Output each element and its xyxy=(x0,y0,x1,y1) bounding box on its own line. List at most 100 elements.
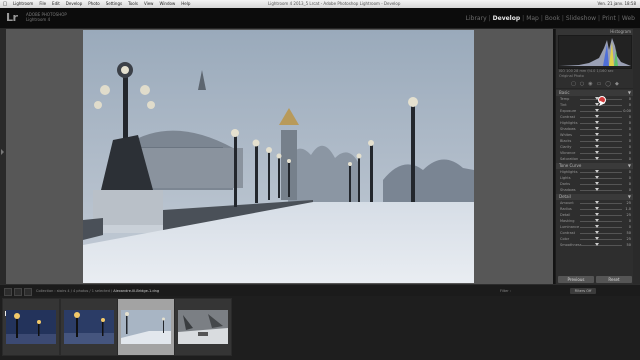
slider-thumb[interactable] xyxy=(595,201,599,204)
filter-dropdown[interactable]: Filters Off xyxy=(570,288,596,294)
slider-track[interactable] xyxy=(580,233,622,234)
slider-track[interactable] xyxy=(580,135,622,136)
radial-filter-icon[interactable]: ◯ xyxy=(605,81,611,87)
menu-photo[interactable]: Photo xyxy=(85,0,102,8)
slider-thumb[interactable] xyxy=(595,231,599,234)
module-library[interactable]: Library xyxy=(465,15,488,22)
slider-track[interactable] xyxy=(580,227,622,228)
slider-thumb[interactable] xyxy=(595,157,599,160)
identity-line-2: Lightroom 4 xyxy=(26,17,51,22)
thumbnail-image xyxy=(64,310,114,344)
menu-window[interactable]: Window xyxy=(156,0,178,8)
slider-value[interactable]: 0 xyxy=(629,156,631,162)
slider-thumb[interactable] xyxy=(595,109,599,112)
slider-track[interactable] xyxy=(580,123,622,124)
histogram[interactable] xyxy=(558,35,632,69)
filmstrip-thumbnail[interactable]: 1 xyxy=(2,298,60,356)
detail-sliders: Amount 25 Radius 1.0 Detail 25 Masking 0 Luminan… xyxy=(556,200,634,248)
spot-removal-icon[interactable]: ○ xyxy=(580,81,584,87)
slider-thumb[interactable] xyxy=(595,182,599,185)
menu-view[interactable]: View xyxy=(141,0,157,8)
slider-track[interactable] xyxy=(580,190,622,191)
slider-row[interactable]: Saturation 0 xyxy=(556,156,634,162)
slider-thumb[interactable] xyxy=(595,115,599,118)
menu-settings[interactable]: Settings xyxy=(103,0,125,8)
slider-track[interactable] xyxy=(580,117,622,118)
apple-icon[interactable]:  xyxy=(0,0,10,8)
slider-thumb[interactable] xyxy=(595,243,599,246)
filmstrip-thumbnail-selected[interactable] xyxy=(117,298,175,356)
slider-thumb[interactable] xyxy=(595,207,599,210)
filmstrip-thumbnail[interactable] xyxy=(174,298,232,356)
mac-menubar:  Lightroom File Edit Develop Photo Sett… xyxy=(0,0,640,8)
slider-track[interactable] xyxy=(580,245,622,246)
slider-thumb[interactable] xyxy=(595,237,599,240)
slider-track[interactable] xyxy=(580,172,622,173)
slider-track[interactable] xyxy=(580,153,622,154)
back-arrow-icon[interactable] xyxy=(14,288,22,296)
filmstrip-thumbnail[interactable] xyxy=(60,298,118,356)
slider-track[interactable] xyxy=(580,147,622,148)
slider-thumb[interactable] xyxy=(595,127,599,130)
slider-track[interactable] xyxy=(580,178,622,179)
right-panel-edge[interactable] xyxy=(633,29,640,284)
graduated-filter-icon[interactable]: ▭ xyxy=(597,81,602,87)
crop-icon[interactable]: ▢ xyxy=(571,81,576,87)
slider-track[interactable] xyxy=(580,203,622,204)
slider-row[interactable]: Smoothness 50 xyxy=(556,242,634,248)
grid-view-icon[interactable] xyxy=(4,288,12,296)
slider-thumb[interactable] xyxy=(595,133,599,136)
forward-arrow-icon[interactable] xyxy=(24,288,32,296)
module-book[interactable]: Book xyxy=(544,15,561,22)
slider-track[interactable] xyxy=(580,129,622,130)
thumbnail-image xyxy=(121,310,171,344)
slider-thumb[interactable] xyxy=(595,225,599,228)
reset-button[interactable]: Reset xyxy=(596,276,632,283)
previous-button[interactable]: Previous xyxy=(558,276,594,283)
menu-file[interactable]: File xyxy=(36,0,49,8)
snowy-bridge-photo xyxy=(83,30,474,283)
slider-thumb[interactable] xyxy=(595,139,599,142)
menu-edit[interactable]: Edit xyxy=(49,0,63,8)
slider-thumb[interactable] xyxy=(595,188,599,191)
menu-lightroom[interactable]: Lightroom xyxy=(10,0,36,8)
menu-tools[interactable]: Tools xyxy=(125,0,141,8)
module-slideshow[interactable]: Slideshow xyxy=(565,15,597,22)
image-canvas[interactable] xyxy=(6,29,553,284)
slider-thumb[interactable] xyxy=(595,151,599,154)
slider-thumb[interactable] xyxy=(595,213,599,216)
module-develop[interactable]: Develop xyxy=(492,15,522,22)
tool-strip: ▢ ○ ◉ ▭ ◯ ◆ xyxy=(556,79,634,89)
red-eye-icon[interactable]: ◉ xyxy=(588,81,592,87)
menu-help[interactable]: Help xyxy=(178,0,193,8)
slider-thumb[interactable] xyxy=(595,176,599,179)
slider-track[interactable] xyxy=(580,141,622,142)
identity-text: ADOBE PHOTOSHOP Lightroom 4 xyxy=(26,12,67,22)
slider-thumb[interactable] xyxy=(595,145,599,148)
slider-row[interactable]: Shadows 0 xyxy=(556,187,634,193)
slider-track[interactable] xyxy=(580,221,622,222)
menubar-clock: Ven. 21 janv. 18:58 xyxy=(597,1,636,6)
slider-thumb[interactable] xyxy=(595,170,599,173)
slider-value[interactable]: 0 xyxy=(629,187,631,193)
brush-icon[interactable]: ◆ xyxy=(615,81,619,87)
slider-track[interactable] xyxy=(580,111,622,112)
slider-label: Saturation xyxy=(560,157,579,161)
slider-value[interactable]: 50 xyxy=(627,242,631,248)
expand-left-panel-icon[interactable] xyxy=(1,149,4,155)
slider-track[interactable] xyxy=(580,184,622,185)
main-photo[interactable] xyxy=(83,30,474,283)
slider-track[interactable] xyxy=(580,159,622,160)
slider-thumb[interactable] xyxy=(595,219,599,222)
slider-track[interactable] xyxy=(580,209,622,210)
module-print[interactable]: Print xyxy=(601,15,617,22)
thumbnail-image xyxy=(6,310,56,344)
slider-track[interactable] xyxy=(580,239,622,240)
module-web[interactable]: Web xyxy=(621,15,636,22)
filmstrip[interactable]: 1 xyxy=(0,296,640,360)
panel-buttons: Previous Reset xyxy=(558,276,632,283)
slider-track[interactable] xyxy=(580,215,622,216)
slider-thumb[interactable] xyxy=(595,121,599,124)
menu-develop[interactable]: Develop xyxy=(63,0,85,8)
module-map[interactable]: Map xyxy=(525,15,540,22)
